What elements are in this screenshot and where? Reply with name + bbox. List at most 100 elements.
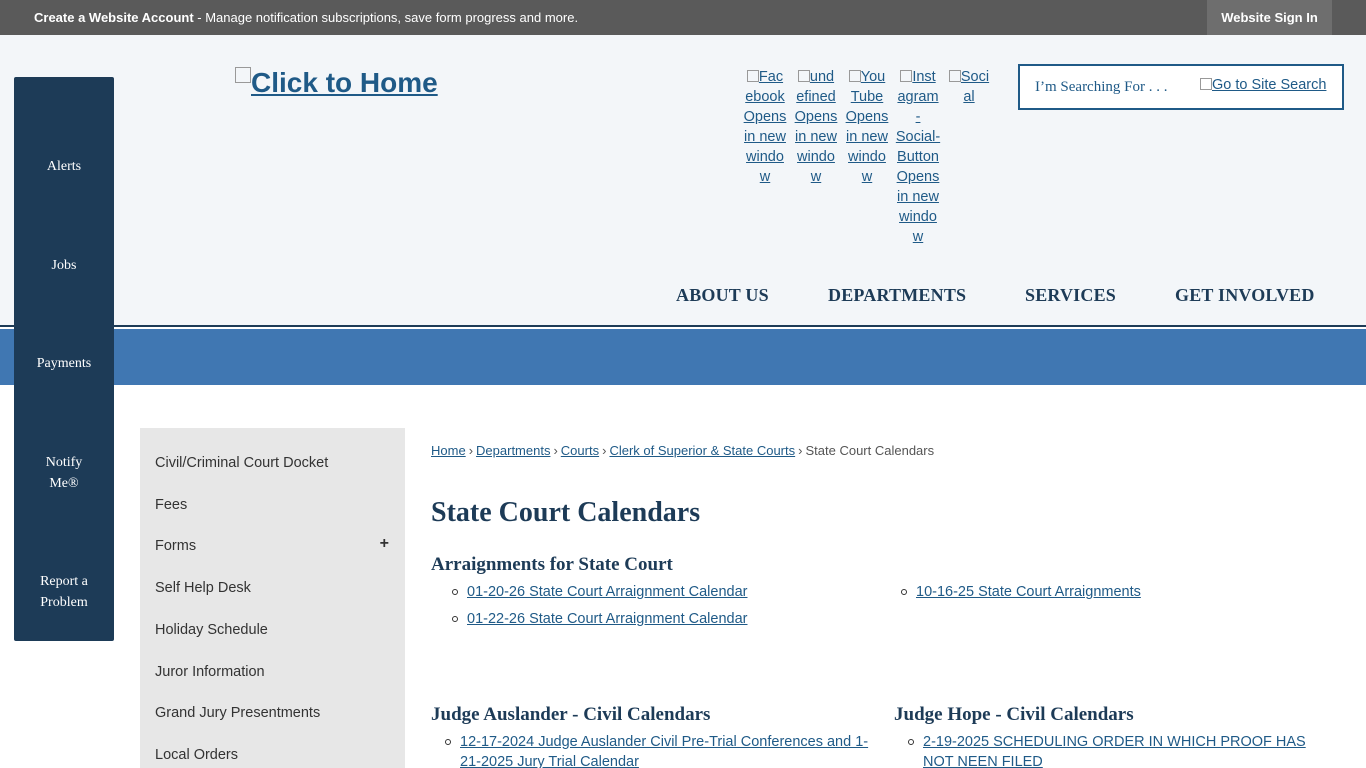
subnav-item-local-orders[interactable]: Local Orders: [155, 747, 238, 763]
quick-link-label[interactable]: Alerts: [47, 159, 81, 174]
social-line[interactable]: You: [861, 69, 885, 85]
expand-plus-icon[interactable]: +: [380, 535, 389, 553]
social-line[interactable]: Soci: [961, 69, 989, 85]
breadcrumb-home[interactable]: Home: [431, 443, 466, 458]
social-line[interactable]: al: [963, 89, 974, 105]
quick-link-label[interactable]: Notify: [46, 455, 83, 470]
social-link[interactable]: Soci al: [946, 67, 992, 107]
social-line[interactable]: w: [913, 229, 923, 245]
search-input[interactable]: I’m Searching For . . .: [1035, 79, 1167, 96]
calendar-link-line[interactable]: 12-17-2024 Judge Auslander Civil Pre-Tri…: [460, 734, 868, 750]
quick-link-jobs[interactable]: Jobs: [14, 255, 114, 276]
nav-about-us[interactable]: ABOUT US: [676, 285, 769, 306]
social-line[interactable]: in new: [795, 129, 837, 145]
website-sign-in-button[interactable]: Website Sign In: [1207, 0, 1332, 35]
social-line[interactable]: windo: [848, 149, 886, 165]
nav-get-involved[interactable]: GET INVOLVED: [1175, 285, 1315, 306]
social-line[interactable]: Opens: [744, 109, 787, 125]
social-line[interactable]: w: [862, 169, 872, 185]
social-line[interactable]: Tube: [851, 89, 884, 105]
list-bullet: [452, 616, 458, 622]
social-line[interactable]: windo: [797, 149, 835, 165]
subnav-item-self-help-desk[interactable]: Self Help Desk: [155, 580, 251, 596]
youtube-link-text[interactable]: You Tube Opens in new windo w: [846, 69, 889, 185]
social-line[interactable]: windo: [746, 149, 784, 165]
quick-link-label[interactable]: Report a: [40, 574, 88, 589]
calendar-link-line[interactable]: 2-19-2025 SCHEDULING ORDER IN WHICH PROO…: [923, 734, 1306, 750]
social-line[interactable]: ebook: [745, 89, 785, 105]
site-search-box[interactable]: I’m Searching For . . . Go to Site Searc…: [1018, 64, 1344, 110]
quick-link-label[interactable]: Me®: [49, 476, 78, 491]
social-line[interactable]: Opens: [846, 109, 889, 125]
broken-image-icon: [900, 70, 913, 82]
breadcrumb: Home › Departments › Courts › Clerk of Superio…: [431, 443, 934, 458]
calendar-link[interactable]: 10-16-25 State Court Arraignments: [916, 584, 1141, 600]
list-bullet: [901, 589, 907, 595]
social-line[interactable]: Opens: [897, 169, 940, 185]
social-link-text[interactable]: Soci al: [948, 69, 989, 105]
quick-link-payments[interactable]: Payments: [14, 353, 114, 374]
calendar-link-line[interactable]: NOT NEEN FILED: [923, 754, 1043, 768]
social-line[interactable]: windo: [899, 209, 937, 225]
calendar-link-line[interactable]: 21-2025 Jury Trial Calendar: [460, 754, 639, 768]
subnav-item-court-docket[interactable]: Civil/Criminal Court Docket: [155, 455, 328, 471]
instagram-link-text[interactable]: Inst agram - Social- Button Opens in new windo w: [896, 69, 940, 245]
facebook-link-text[interactable]: Fac ebook Opens in new windo w: [744, 69, 787, 185]
quick-links-panel: Alerts Jobs Payments Notify Me® Report a P…: [14, 77, 114, 641]
subnav-item-grand-jury-presentments[interactable]: Grand Jury Presentments: [155, 705, 320, 721]
subnav-item-juror-information[interactable]: Juror Information: [155, 664, 265, 680]
home-logo-alt-text[interactable]: Click to Home: [251, 67, 438, 98]
quick-link-label[interactable]: Jobs: [52, 258, 77, 273]
search-button-alt-text[interactable]: Go to Site Search: [1212, 77, 1326, 93]
nav-departments[interactable]: DEPARTMENTS: [828, 285, 966, 306]
calendar-link[interactable]: 01-22-26 State Court Arraignment Calenda…: [467, 611, 748, 627]
social-line[interactable]: w: [811, 169, 821, 185]
breadcrumb-current: State Court Calendars: [805, 443, 935, 458]
home-logo-link[interactable]: Click to Home: [235, 67, 438, 99]
page-title: State Court Calendars: [431, 497, 701, 528]
social-line[interactable]: Social-: [896, 129, 940, 145]
quick-link-notify-me[interactable]: Notify Me®: [14, 452, 114, 494]
breadcrumb-departments[interactable]: Departments: [476, 443, 550, 458]
subnav-item-forms[interactable]: Forms: [155, 538, 196, 554]
social-line[interactable]: -: [916, 109, 921, 125]
social-line[interactable]: efined: [796, 89, 836, 105]
broken-image-icon: [235, 67, 251, 83]
create-account-label[interactable]: Create a Website Account: [34, 10, 194, 25]
search-icon: [1200, 78, 1212, 90]
create-account-link[interactable]: Create a Website Account - Manage notifi…: [34, 10, 578, 25]
calendar-link[interactable]: 01-20-26 State Court Arraignment Calenda…: [467, 584, 748, 600]
undefined-link-text[interactable]: und efined Opens in new windo w: [795, 69, 838, 185]
calendar-link-10-16-25: 10-16-25 State Court Arraignments: [916, 582, 1141, 602]
social-line[interactable]: w: [760, 169, 770, 185]
nav-services[interactable]: SERVICES: [1025, 285, 1116, 306]
search-submit-button[interactable]: Go to Site Search: [1200, 77, 1326, 93]
calendar-link[interactable]: 12-17-2024 Judge Auslander Civil Pre-Tri…: [460, 734, 868, 768]
subnav-item-fees[interactable]: Fees: [155, 497, 187, 513]
breadcrumb-separator: ›: [468, 443, 474, 458]
youtube-link[interactable]: You Tube Opens in new windo w: [844, 67, 890, 187]
create-account-description[interactable]: - Manage notification subscriptions, sav…: [194, 10, 578, 25]
social-line[interactable]: in new: [744, 129, 786, 145]
social-line[interactable]: und: [810, 69, 834, 85]
breadcrumb-courts[interactable]: Courts: [561, 443, 599, 458]
instagram-link[interactable]: Inst agram - Social- Button Opens in new windo w: [895, 67, 941, 247]
social-line[interactable]: agram: [897, 89, 938, 105]
social-line[interactable]: Opens: [795, 109, 838, 125]
social-line[interactable]: Fac: [759, 69, 783, 85]
breadcrumb-clerk[interactable]: Clerk of Superior & State Courts: [609, 443, 795, 458]
quick-link-label[interactable]: Problem: [40, 595, 87, 610]
social-line[interactable]: Inst: [912, 69, 935, 85]
social-line[interactable]: Button: [897, 149, 939, 165]
social-line[interactable]: in new: [846, 129, 888, 145]
subnav-item-holiday-schedule[interactable]: Holiday Schedule: [155, 622, 268, 638]
social-line[interactable]: in new: [897, 189, 939, 205]
quick-link-label[interactable]: Payments: [37, 356, 91, 371]
breadcrumb-separator: ›: [553, 443, 558, 458]
calendar-link[interactable]: 2-19-2025 SCHEDULING ORDER IN WHICH PROO…: [923, 734, 1306, 768]
quick-link-alerts[interactable]: Alerts: [14, 156, 114, 177]
facebook-link[interactable]: Fac ebook Opens in new windo w: [742, 67, 788, 187]
quick-link-report-a-problem[interactable]: Report a Problem: [14, 571, 114, 613]
undefined-social-link[interactable]: und efined Opens in new windo w: [793, 67, 839, 187]
top-account-bar: Create a Website Account - Manage notifi…: [0, 0, 1366, 35]
